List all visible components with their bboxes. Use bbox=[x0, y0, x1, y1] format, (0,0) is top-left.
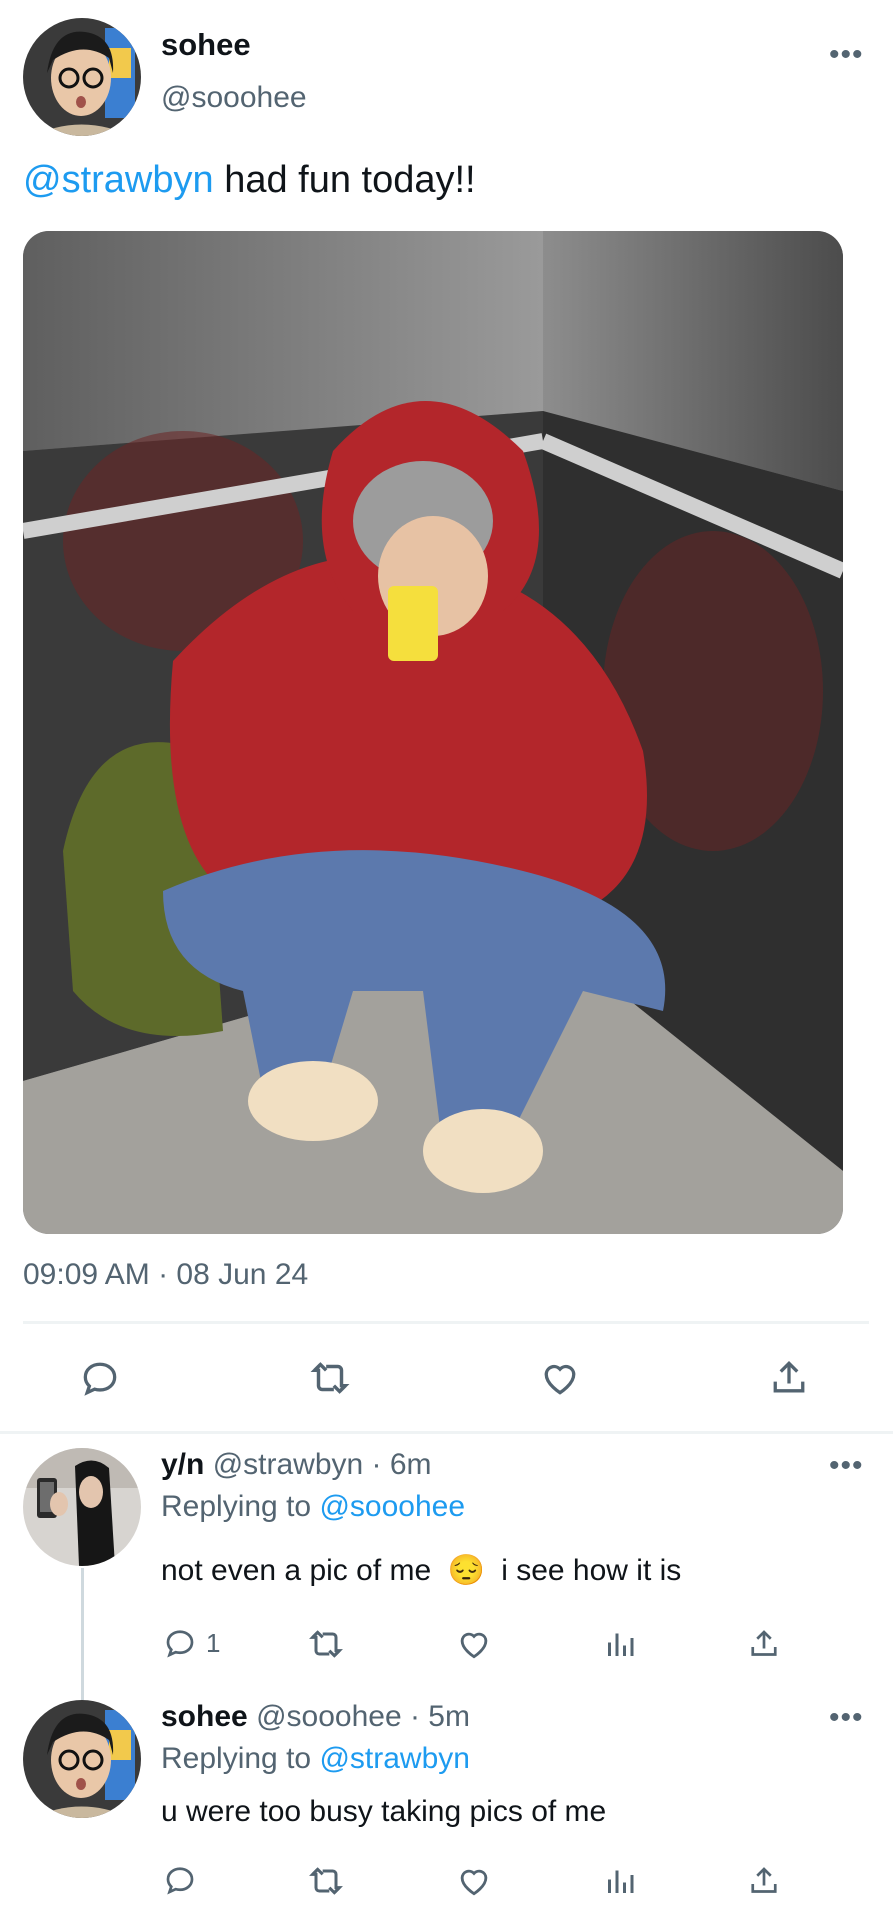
share-icon[interactable] bbox=[744, 1624, 784, 1664]
replying-label: Replying to bbox=[161, 1490, 312, 1523]
retweet-icon[interactable] bbox=[306, 1861, 346, 1901]
pensive-emoji: 😔 bbox=[447, 1554, 485, 1587]
retweet-icon[interactable] bbox=[307, 1355, 353, 1401]
reply-author-name[interactable]: sohee bbox=[161, 1700, 248, 1733]
mention-link[interactable]: @strawbyn bbox=[23, 159, 214, 201]
reply-author-handle[interactable]: @sooohee bbox=[256, 1700, 402, 1733]
more-options-icon[interactable]: ••• bbox=[829, 40, 864, 70]
reply-text: u were too busy taking pics of me bbox=[161, 1795, 607, 1828]
replying-label: Replying to bbox=[161, 1742, 312, 1775]
tweet-timestamp[interactable]: 09:09 AM · 08 Jun 24 bbox=[23, 1258, 308, 1292]
views-icon[interactable] bbox=[600, 1861, 640, 1901]
reply-icon[interactable] bbox=[77, 1355, 123, 1401]
tweet-text: @strawbyn had fun today!! bbox=[23, 159, 476, 202]
like-icon[interactable] bbox=[454, 1624, 494, 1664]
more-options-icon[interactable]: ••• bbox=[829, 1703, 864, 1733]
reply-header: sohee @sooohee · 5m bbox=[161, 1700, 470, 1734]
reply-avatar[interactable] bbox=[23, 1700, 141, 1818]
reply-icon[interactable] bbox=[161, 1861, 199, 1899]
reply-time: · 6m bbox=[371, 1448, 432, 1481]
reply-author-handle[interactable]: @strawbyn bbox=[213, 1448, 364, 1481]
author-avatar[interactable] bbox=[23, 18, 141, 136]
more-options-icon[interactable]: ••• bbox=[829, 1451, 864, 1481]
replying-to-link[interactable]: @strawbyn bbox=[319, 1742, 470, 1775]
share-icon[interactable] bbox=[766, 1355, 812, 1401]
retweet-icon[interactable] bbox=[306, 1624, 346, 1664]
like-icon[interactable] bbox=[537, 1355, 583, 1401]
reply-avatar[interactable] bbox=[23, 1448, 141, 1566]
author-name[interactable]: sohee bbox=[161, 27, 251, 63]
share-icon[interactable] bbox=[744, 1861, 784, 1901]
reply-icon[interactable] bbox=[161, 1624, 199, 1662]
reply-count: 1 bbox=[206, 1628, 221, 1658]
like-icon[interactable] bbox=[454, 1861, 494, 1901]
thread-line bbox=[81, 1568, 84, 1700]
views-icon[interactable] bbox=[600, 1624, 640, 1664]
reply-header: y/n @strawbyn · 6m bbox=[161, 1448, 432, 1482]
author-handle[interactable]: @sooohee bbox=[161, 81, 307, 115]
reply-text: not even a pic of me 😔 i see how it is bbox=[161, 1553, 681, 1588]
tweet-body: had fun today!! bbox=[213, 159, 476, 201]
replying-to: Replying to @strawbyn bbox=[161, 1742, 470, 1776]
reply-text-end: i see how it is bbox=[501, 1554, 682, 1587]
divider bbox=[23, 1321, 869, 1324]
tweet-photo[interactable] bbox=[23, 231, 843, 1234]
replying-to: Replying to @sooohee bbox=[161, 1490, 465, 1524]
reply-text-start: not even a pic of me bbox=[161, 1554, 432, 1587]
reply-author-name[interactable]: y/n bbox=[161, 1448, 204, 1481]
replying-to-link[interactable]: @sooohee bbox=[319, 1490, 465, 1523]
divider bbox=[0, 1431, 893, 1434]
reply-time: · 5m bbox=[409, 1700, 470, 1733]
